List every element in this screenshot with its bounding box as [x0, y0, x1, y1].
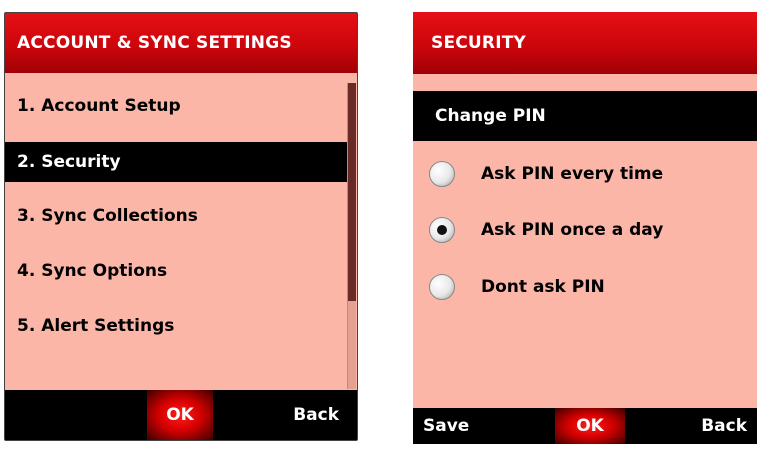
radio-selected-dot: [437, 225, 447, 235]
screen-title: SECURITY: [413, 12, 757, 74]
option-label: Dont ask PIN: [481, 277, 605, 297]
ok-softkey[interactable]: OK: [555, 408, 625, 444]
scrollbar[interactable]: [347, 83, 356, 389]
softkey-bar: Save OK Back: [413, 408, 757, 444]
ok-label: OK: [576, 416, 604, 436]
option-dont-ask[interactable]: Dont ask PIN: [413, 267, 757, 307]
menu-item-sync-collections[interactable]: 3. Sync Collections: [5, 196, 345, 236]
back-softkey[interactable]: Back: [293, 390, 339, 440]
menu-item-security[interactable]: 2. Security: [5, 142, 347, 182]
save-softkey[interactable]: Save: [423, 408, 469, 444]
menu-list: 1. Account Setup 2. Security 3. Sync Col…: [5, 73, 357, 392]
back-softkey[interactable]: Back: [701, 408, 747, 444]
security-screen: SECURITY Change PIN Ask PIN every time A…: [413, 12, 757, 444]
softkey-bar: OK Back: [5, 390, 357, 440]
option-ask-once-a-day[interactable]: Ask PIN once a day: [413, 210, 757, 250]
account-sync-screen: ACCOUNT & SYNC SETTINGS 1. Account Setup…: [4, 12, 358, 441]
pin-options-panel: Change PIN Ask PIN every time Ask PIN on…: [413, 74, 757, 408]
change-pin-header: Change PIN: [413, 91, 757, 141]
radio-button[interactable]: [429, 274, 455, 300]
radio-button-checked[interactable]: [429, 217, 455, 243]
menu-item-account-setup[interactable]: 1. Account Setup: [5, 86, 345, 126]
radio-button[interactable]: [429, 161, 455, 187]
menu-item-alert-settings[interactable]: 5. Alert Settings: [5, 306, 345, 346]
ok-softkey[interactable]: OK: [147, 390, 213, 440]
ok-label: OK: [166, 405, 194, 425]
option-label: Ask PIN every time: [481, 164, 664, 184]
screen-title: ACCOUNT & SYNC SETTINGS: [5, 13, 357, 73]
option-ask-every-time[interactable]: Ask PIN every time: [413, 154, 757, 194]
option-label: Ask PIN once a day: [481, 220, 664, 240]
menu-item-sync-options[interactable]: 4. Sync Options: [5, 251, 345, 291]
scrollbar-thumb[interactable]: [348, 83, 356, 301]
